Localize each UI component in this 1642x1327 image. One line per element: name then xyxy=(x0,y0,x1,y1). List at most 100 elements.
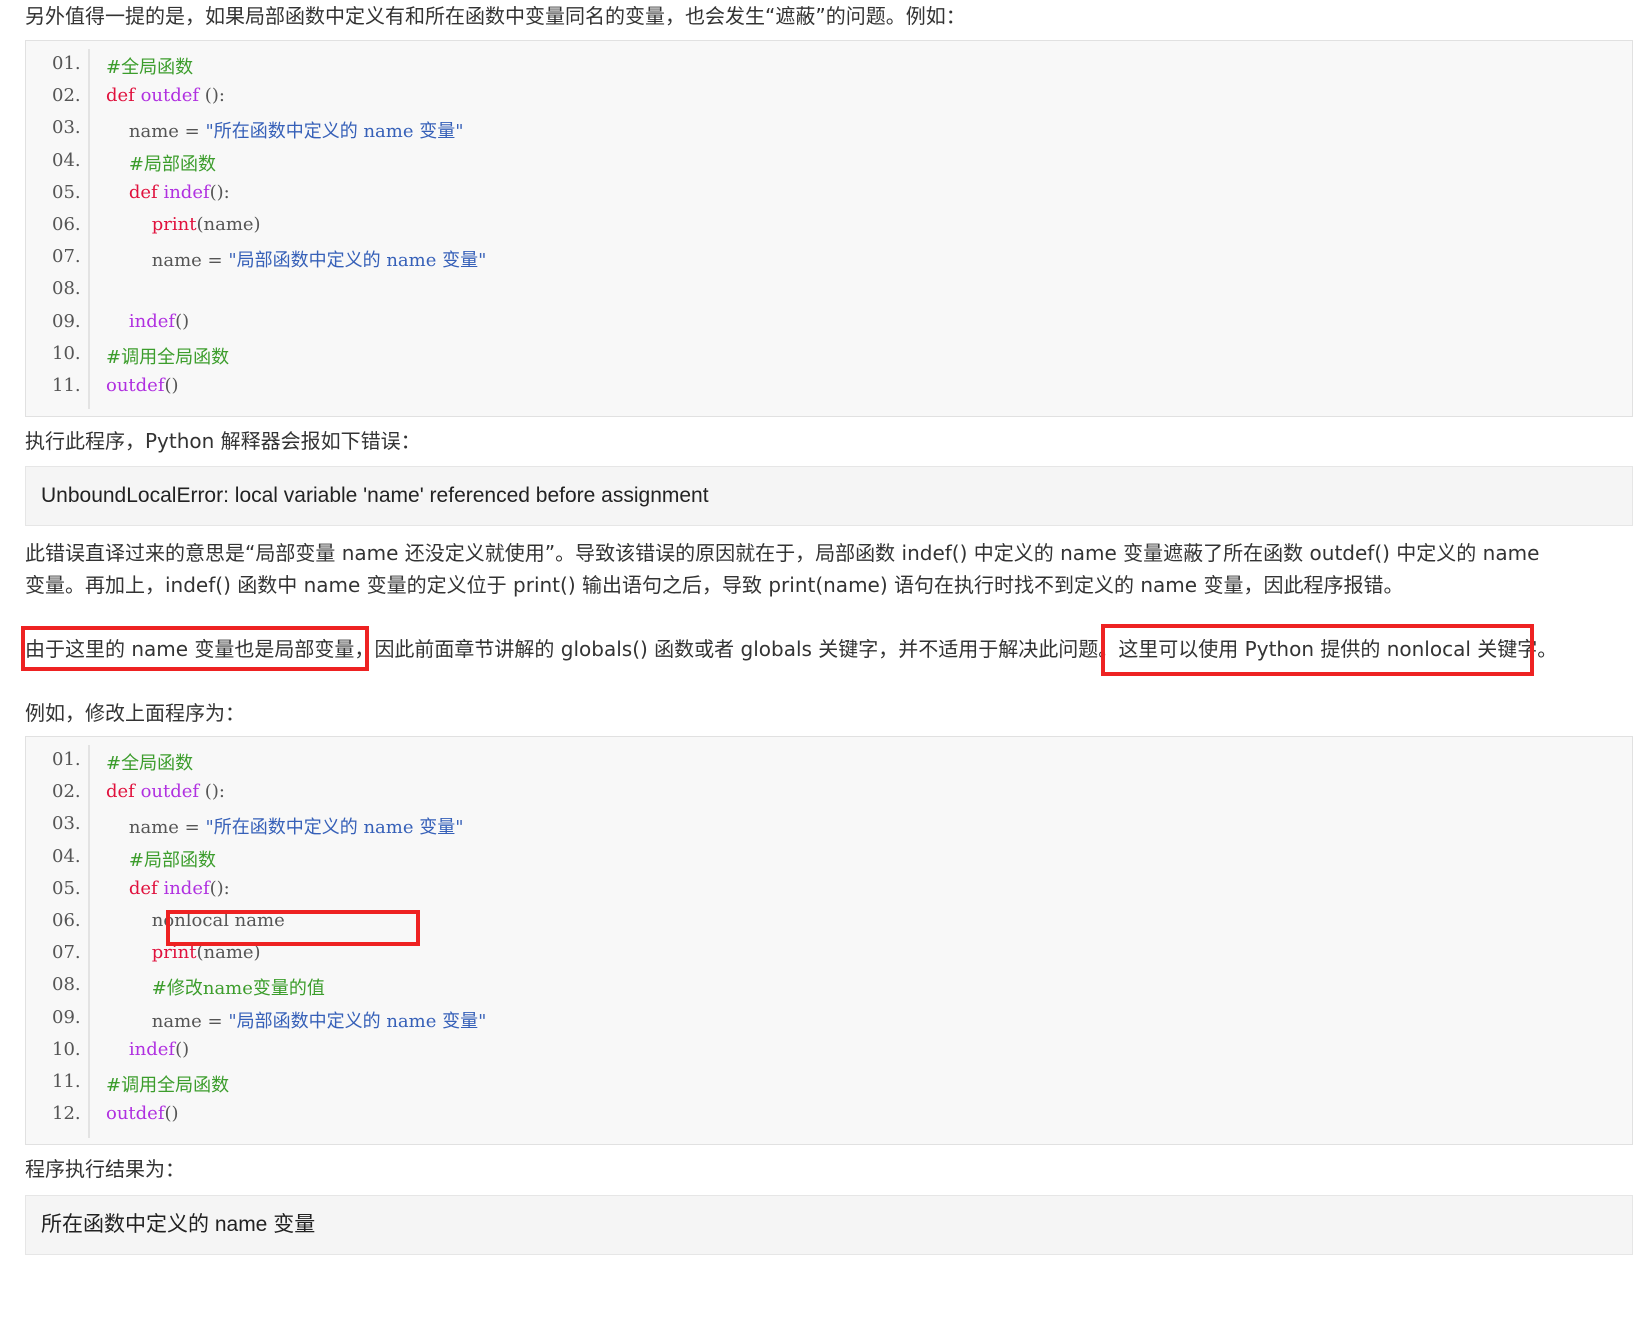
code-line: 02. def outdef (): xyxy=(26,85,1626,117)
code-token: #局部函数 xyxy=(106,153,216,175)
code-line: 12. outdef() xyxy=(26,1103,1626,1135)
intro-paragraph: 另外值得一提的是，如果局部函数中定义有和所在函数中变量同名的变量，也会发生“遮蔽… xyxy=(25,4,966,28)
code-line: 05. def indef(): xyxy=(26,878,1626,910)
explain-line-1: 此错误直译过来的意思是“局部变量 name 还没定义就使用”。导致该错误的原因就… xyxy=(25,541,1540,565)
code-token: indef xyxy=(163,181,210,203)
result-output-box: 所在函数中定义的 name 变量 xyxy=(25,1195,1633,1255)
code-token: name = xyxy=(106,817,206,839)
code-line: 01. #全局函数 xyxy=(26,749,1626,781)
code-token: indef xyxy=(106,310,176,332)
code-line: 11. outdef() xyxy=(26,375,1626,407)
code-token: () xyxy=(164,1103,179,1125)
code-line: 03. name = "所在函数中定义的 name 变量" xyxy=(26,117,1626,149)
code-token: (): xyxy=(209,877,230,899)
code-token: def xyxy=(106,877,164,899)
code-block-original: 01. #全局函数 02. def outdef (): 03. name = "所在函… xyxy=(25,40,1633,417)
code-token: "所在函数中定义的 name 变量" xyxy=(205,121,464,143)
modify-intro: 例如，修改上面程序为： xyxy=(25,701,245,725)
annotation-box-nonlocal-line xyxy=(166,910,420,946)
line-number: 01. xyxy=(52,53,81,74)
code-text: print(name) xyxy=(106,214,261,235)
code-text: def indef(): xyxy=(106,878,230,899)
code-line: 10. #调用全局函数 xyxy=(26,343,1626,375)
code-token: def xyxy=(106,85,141,107)
run-error-intro: 执行此程序，Python 解释器会报如下错误： xyxy=(25,429,421,453)
code-text: def outdef (): xyxy=(106,781,225,802)
code-token: #全局函数 xyxy=(106,57,194,78)
result-label: 程序执行结果为： xyxy=(25,1157,185,1181)
code-text: name = "局部函数中定义的 name 变量" xyxy=(106,246,487,272)
code-text: name = "所在函数中定义的 name 变量" xyxy=(106,813,464,839)
line-number: 10. xyxy=(52,342,81,364)
code-line: 08. xyxy=(26,278,1626,310)
code-token: #调用全局函数 xyxy=(106,346,230,368)
line-number: 01. xyxy=(52,749,81,770)
code-token: #修改name变量的值 xyxy=(106,978,325,1000)
line-number: 10. xyxy=(52,1038,81,1060)
line-number: 04. xyxy=(52,149,81,171)
code-text: #局部函数 xyxy=(106,846,216,872)
code-text: outdef() xyxy=(106,375,179,396)
code-token: #局部函数 xyxy=(106,849,216,871)
code-text: def outdef (): xyxy=(106,85,225,106)
code-token: #全局函数 xyxy=(106,753,194,774)
code-token: print xyxy=(106,214,197,235)
code-token: () xyxy=(164,375,179,396)
line-number: 09. xyxy=(52,1006,81,1028)
code-token: outdef xyxy=(106,1103,165,1125)
line-number: 05. xyxy=(52,181,81,203)
line-number: 07. xyxy=(52,942,81,964)
code-token: def xyxy=(106,781,141,803)
line-number: 04. xyxy=(52,845,81,867)
line-number: 08. xyxy=(52,278,81,300)
code-line: 01. #全局函数 xyxy=(26,53,1626,85)
code-token: indef xyxy=(163,877,210,899)
line-number: 08. xyxy=(52,974,81,996)
code-line: 08. #修改name变量的值 xyxy=(26,974,1626,1006)
code-text: name = "局部函数中定义的 name 变量" xyxy=(106,1007,487,1033)
code-line: 10. indef() xyxy=(26,1039,1626,1071)
line-number: 06. xyxy=(52,910,81,931)
code-token: outdef xyxy=(140,781,205,803)
note-part-b: 因此前面章节讲解的 globals() 函数或者 globals 关键字，并不适… xyxy=(374,637,1119,661)
line-number: 05. xyxy=(52,877,81,899)
code-token: (): xyxy=(204,85,225,107)
line-number: 02. xyxy=(52,85,81,107)
line-number: 12. xyxy=(52,1103,81,1125)
code-token: (name) xyxy=(196,214,261,235)
line-number: 11. xyxy=(52,375,81,396)
code-token: "局部函数中定义的 name 变量" xyxy=(228,250,487,272)
code-line: 09. name = "局部函数中定义的 name 变量" xyxy=(26,1007,1626,1039)
code-line: 05. def indef(): xyxy=(26,182,1626,214)
line-number: 06. xyxy=(52,214,81,235)
code-token: outdef xyxy=(140,85,205,107)
code-text: outdef() xyxy=(106,1103,179,1124)
code-token: () xyxy=(175,1038,190,1060)
error-output-box: UnboundLocalError: local variable 'name'… xyxy=(25,466,1633,526)
code-text: indef() xyxy=(106,311,189,332)
code-line: 11. #调用全局函数 xyxy=(26,1071,1626,1103)
code-line: 07. print(name) xyxy=(26,942,1626,974)
code-line: 02. def outdef (): xyxy=(26,781,1626,813)
code-line: 07. name = "局部函数中定义的 name 变量" xyxy=(26,246,1626,278)
code-token: name = xyxy=(106,121,206,143)
line-number: 07. xyxy=(52,246,81,268)
code-token: () xyxy=(175,310,190,332)
code-token: #调用全局函数 xyxy=(106,1075,230,1096)
annotation-box-nonlocal xyxy=(1101,624,1534,676)
code-text: #全局函数 xyxy=(106,53,193,79)
line-number: 11. xyxy=(52,1071,81,1092)
line-number: 09. xyxy=(52,310,81,332)
code-line: 03. name = "所在函数中定义的 name 变量" xyxy=(26,813,1626,845)
code-text: #调用全局函数 xyxy=(106,343,229,369)
code-line: 09. indef() xyxy=(26,311,1626,343)
code-token: "所在函数中定义的 name 变量" xyxy=(205,817,464,839)
code-text: #修改name变量的值 xyxy=(106,974,325,1000)
line-number: 03. xyxy=(52,117,81,139)
code-token: outdef xyxy=(106,375,165,396)
code-text: #局部函数 xyxy=(106,150,216,176)
code-token: indef xyxy=(106,1038,176,1060)
code-text: #调用全局函数 xyxy=(106,1071,229,1097)
code-token: "局部函数中定义的 name 变量" xyxy=(228,1010,487,1032)
code-line: 04. #局部函数 xyxy=(26,846,1626,878)
